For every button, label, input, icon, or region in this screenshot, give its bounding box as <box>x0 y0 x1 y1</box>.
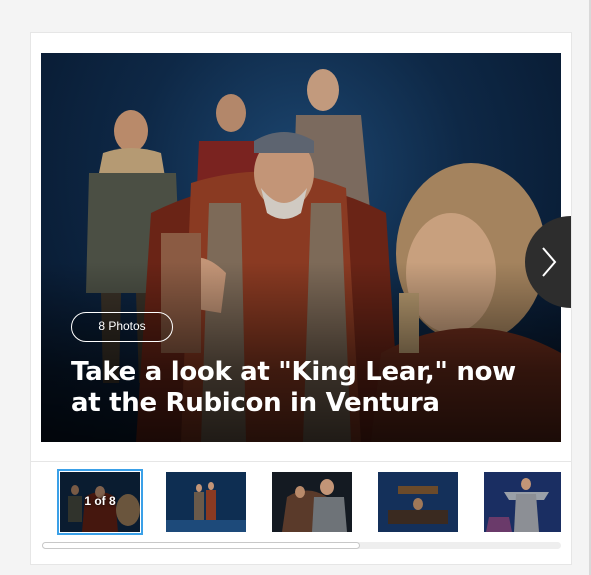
photo-count-badge[interactable]: 8 Photos <box>71 312 173 342</box>
thumbnail-4[interactable] <box>378 472 458 532</box>
active-thumbnail-label: 1 of 8 <box>84 494 116 508</box>
thumbnail-scrollbar-thumb[interactable] <box>42 542 360 549</box>
gallery-title[interactable]: Take a look at "King Lear," now at the R… <box>71 357 541 419</box>
thumbnail-3[interactable] <box>272 472 352 532</box>
thumbnail-1[interactable]: 1 of 8 <box>57 469 143 535</box>
chevron-right-icon <box>542 247 557 277</box>
thumbnail-5[interactable] <box>484 472 564 532</box>
gallery-hero-image[interactable]: 8 Photos Take a look at "King Lear," now… <box>41 53 561 442</box>
thumbnail-2[interactable] <box>166 472 246 532</box>
thumbnail-strip-divider <box>31 461 571 462</box>
